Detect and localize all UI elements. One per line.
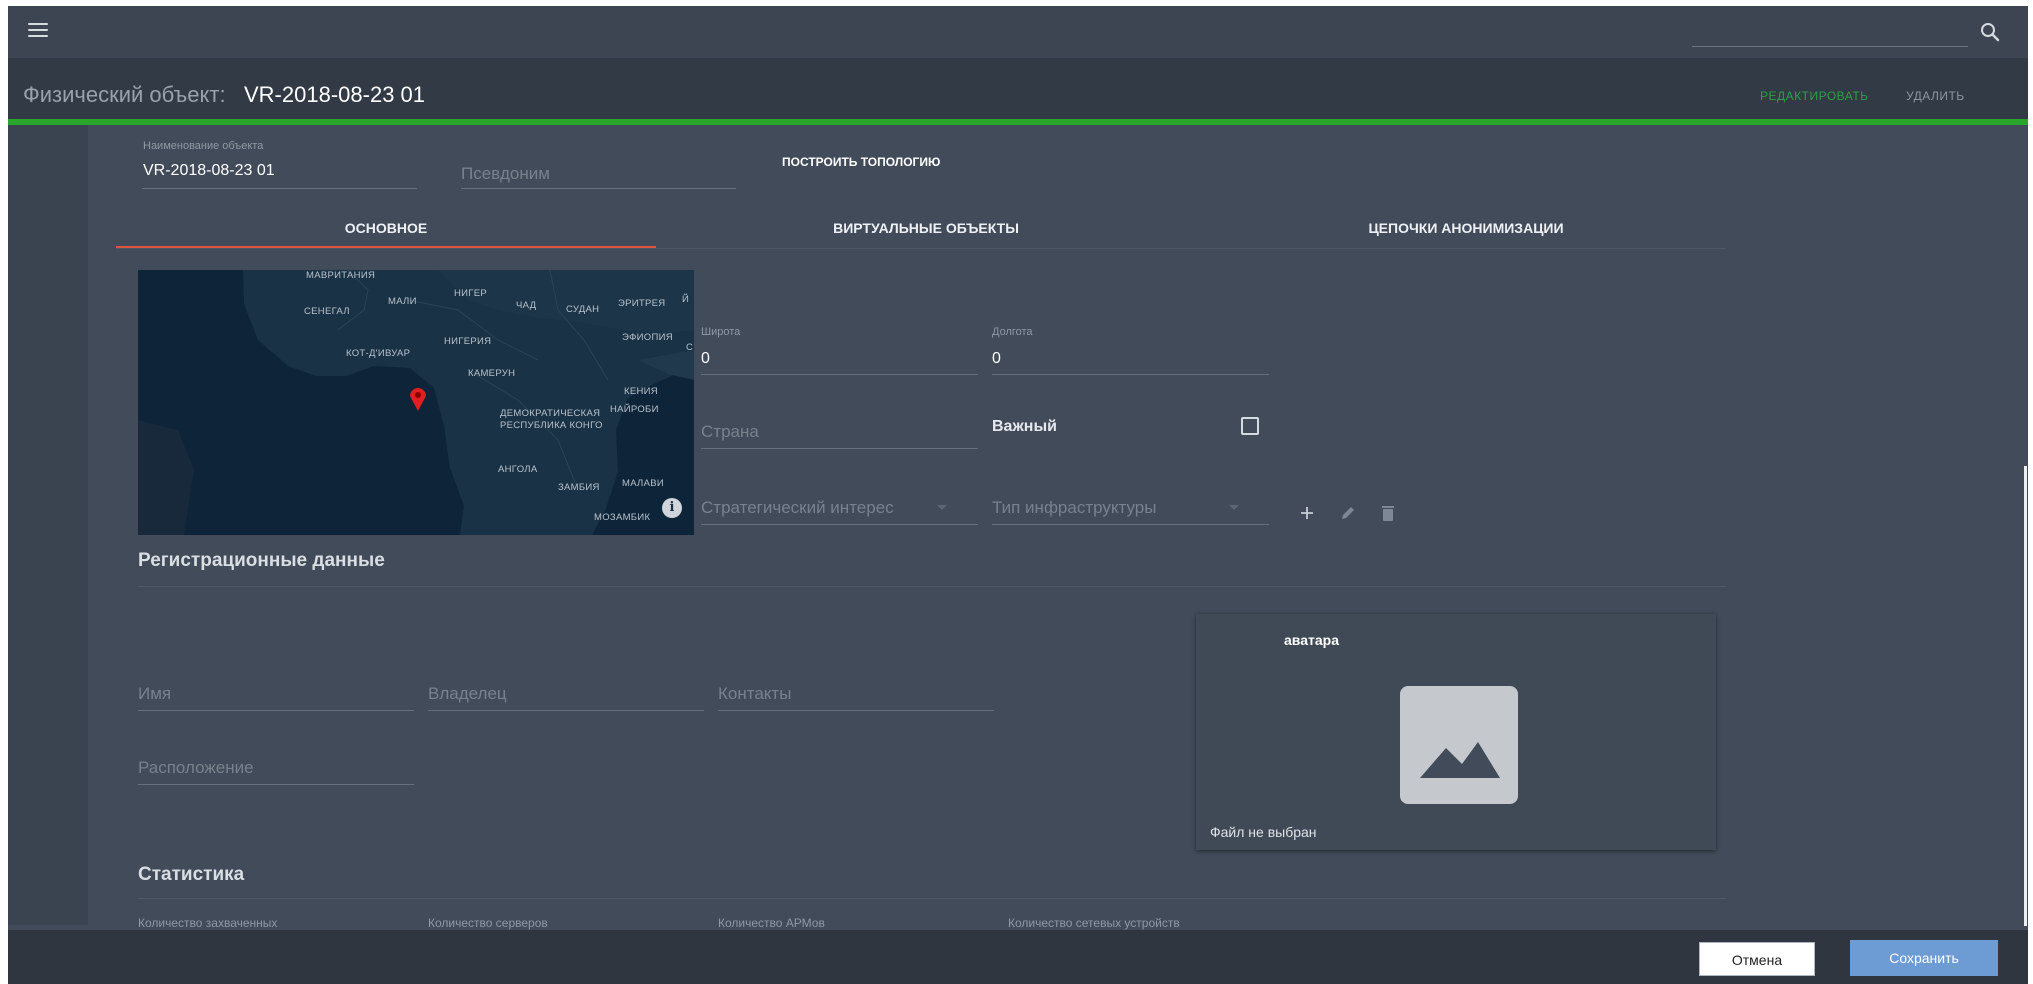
important-checkbox[interactable] [1241,417,1259,435]
map-label: КАМЕРУН [468,368,516,379]
map-label: КОТ-Д'ИВУАР [346,348,411,359]
map-label: МАЛИ [388,296,417,307]
cancel-button[interactable]: Отмена [1699,942,1815,976]
app-window: Физический объект: VR-2018-08-23 01 РЕДА… [8,6,2028,984]
object-name-input[interactable]: VR-2018-08-23 01 [143,162,275,180]
menu-icon[interactable] [28,23,48,39]
latitude-underline [701,374,978,375]
tabs-divider [116,248,1726,249]
registration-section-title: Регистрационные данные [138,550,385,571]
longitude-underline [992,374,1269,375]
object-name-underline [142,188,417,189]
delete-trash-icon[interactable] [1381,504,1395,522]
info-icon[interactable]: i [662,498,682,518]
edit-pencil-icon[interactable] [1340,505,1356,521]
contacts-underline [718,710,994,711]
save-button[interactable]: Сохранить [1850,940,1998,976]
latitude-input[interactable]: 0 [701,350,710,368]
tab-main-label: ОСНОВНОЕ [344,220,428,236]
search-icon[interactable] [1978,20,2002,44]
map-label: НИГЕР [454,288,488,299]
delete-button[interactable]: УДАЛИТЬ [1906,89,1965,103]
location-underline [138,784,414,785]
avatar-title: аватара [1284,632,1339,648]
strategic-interest-underline [701,524,978,525]
map-label: АНГОЛА [498,464,538,475]
side-rail [8,125,88,925]
avatar-file-status: Файл не выбран [1210,824,1317,840]
map-label: ДЕМОКРАТИЧЕСКАЯ [500,408,601,419]
map-label: ЭФИОПИЯ [622,332,673,343]
stat-label: Количество АРМов [718,916,825,930]
map-label: ЗАМБИЯ [558,482,600,493]
owner-underline [428,710,704,711]
tab-anonymization-chains-label: ЦЕПОЧКИ АНОНИМИЗАЦИИ [1368,220,1564,236]
stat-label: Количество захваченных [138,916,278,930]
contacts-input[interactable]: Контакты [718,684,791,704]
map-label: ЧАД [516,300,537,311]
statistics-divider [138,898,1726,899]
map-label: ЭРИТРЕЯ [618,298,666,309]
strategic-interest-select[interactable]: Стратегический интерес [701,498,894,518]
footer-bar: Отмена Сохранить [8,930,2028,984]
map-label: МАВРИТАНИЯ [306,270,376,281]
map-label: СУДАН [566,304,600,315]
search-input[interactable] [1692,46,1968,47]
map-label: НАЙРОБИ [610,404,659,415]
map-label: РЕСПУБЛИКА КОНГО [500,420,603,431]
map-label: МАЛАВИ [622,478,664,489]
accent-bar [8,119,2028,125]
title-bar: Физический объект: VR-2018-08-23 01 РЕДА… [8,58,2028,122]
page-title-label: Физический объект: [23,82,226,107]
tab-virtual-objects[interactable]: ВИРТУАЛЬНЫЕ ОБЪЕКТЫ [656,220,1196,250]
registration-divider [138,586,1726,587]
tab-virtual-objects-label: ВИРТУАЛЬНЫЕ ОБЪЕКТЫ [833,220,1019,236]
build-topology-button[interactable]: ПОСТРОИТЬ ТОПОЛОГИЮ [782,155,940,169]
tab-anonymization-chains[interactable]: ЦЕПОЧКИ АНОНИМИЗАЦИИ [1196,220,1736,250]
map-label: НИГЕРИЯ [444,336,492,347]
statistics-section-title: Статистика [138,864,245,885]
map-label: КЕНИЯ [624,386,658,397]
latitude-label: Широта [701,326,741,338]
chevron-down-icon[interactable] [936,504,948,512]
owner-input[interactable]: Владелец [428,684,507,704]
avatar-card[interactable]: аватара Файл не выбран [1196,614,1716,850]
map-label: СЕНЕГАЛ [304,306,350,317]
scrollbar[interactable] [2024,466,2027,926]
map-label: МОЗАМБИК [594,512,651,523]
map-label: Й [682,294,690,305]
longitude-input[interactable]: 0 [992,350,1001,368]
name-input[interactable]: Имя [138,684,171,704]
infrastructure-type-select[interactable]: Тип инфраструктуры [992,498,1156,518]
map-pin-icon[interactable] [408,386,428,412]
chevron-down-icon[interactable] [1228,504,1240,512]
top-bar [8,6,2028,58]
alias-input[interactable]: Псевдоним [461,164,550,184]
infrastructure-type-underline [992,524,1269,525]
longitude-label: Долгота [992,326,1033,338]
map-label: С [686,342,694,353]
name-underline [138,710,414,711]
image-placeholder-icon [1400,686,1518,804]
alias-underline [461,188,736,189]
location-input[interactable]: Расположение [138,758,254,778]
country-input[interactable]: Страна [701,422,759,442]
stat-label: Количество серверов [428,916,548,930]
page-title: VR-2018-08-23 01 [244,82,426,107]
important-label: Важный [992,418,1057,435]
stat-label: Количество сетевых устройств [1008,916,1180,930]
country-underline [701,448,978,449]
object-name-label: Наименование объекта [143,140,264,152]
add-icon[interactable] [1299,505,1315,521]
location-map[interactable]: МАВРИТАНИЯ МАЛИ НИГЕР ЧАД СУДАН ЭРИТРЕЯ … [138,270,694,535]
edit-button[interactable]: РЕДАКТИРОВАТЬ [1760,89,1869,103]
